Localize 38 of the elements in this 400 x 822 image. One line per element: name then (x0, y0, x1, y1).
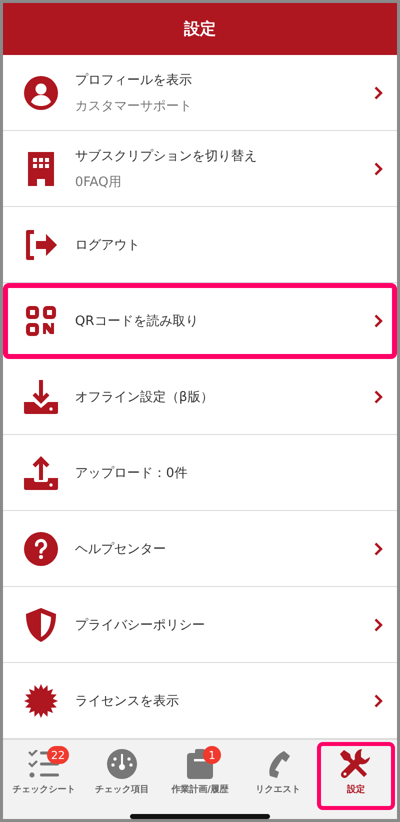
row-title: ライセンスを表示 (75, 692, 180, 710)
row-title: サブスクリプションを切り替え (75, 148, 258, 164)
row-subtitle: 0FAQ用 (75, 174, 122, 190)
qr-code-icon (26, 306, 56, 336)
tab-button[interactable]: 設定 (317, 742, 395, 810)
tab-button[interactable]: リクエスト (239, 742, 317, 810)
settings-row[interactable]: サブスクリプションを切り替え 0FAQ用 (3, 131, 397, 207)
count-badge: 1 (203, 746, 221, 764)
row-title: アップロード：0件 (75, 464, 188, 482)
tools-icon (340, 748, 372, 780)
settings-row[interactable]: ログアウト (3, 207, 397, 283)
upload-icon (24, 456, 58, 490)
settings-row[interactable]: プロフィールを表示 カスタマーサポート (3, 55, 397, 131)
building-icon (28, 152, 54, 186)
gauge-icon (107, 749, 137, 779)
row-title: プライバシーポリシー (75, 616, 206, 634)
seal-icon (24, 684, 58, 718)
settings-row[interactable]: QRコードを読み取り (3, 283, 397, 359)
row-title: オフライン設定（β版） (75, 388, 214, 406)
tab-button[interactable]: チェック項目 (83, 742, 161, 810)
settings-row[interactable]: アップロード：0件 (3, 435, 397, 511)
logout-icon (24, 230, 58, 260)
help-icon (24, 532, 58, 566)
download-icon (24, 380, 58, 414)
settings-row[interactable]: ヘルプセンター (3, 511, 397, 587)
row-title: プロフィールを表示 (75, 72, 193, 88)
row-title: ヘルプセンター (75, 540, 167, 558)
row-title: ログアウト (75, 236, 141, 254)
shield-icon (26, 608, 56, 642)
settings-row[interactable]: プライバシーポリシー (3, 587, 397, 663)
screen-title: 設定 (184, 18, 216, 40)
count-badge: 22 (47, 746, 69, 764)
tab-button[interactable]: 22 チェックシート (5, 742, 83, 810)
tab-button[interactable]: 1 作業計画/履歴 (161, 742, 239, 810)
person-icon (24, 76, 58, 110)
row-title: QRコードを読み取り (75, 313, 200, 330)
row-subtitle: カスタマーサポート (75, 98, 193, 114)
settings-row[interactable]: オフライン設定（β版） (3, 359, 397, 435)
